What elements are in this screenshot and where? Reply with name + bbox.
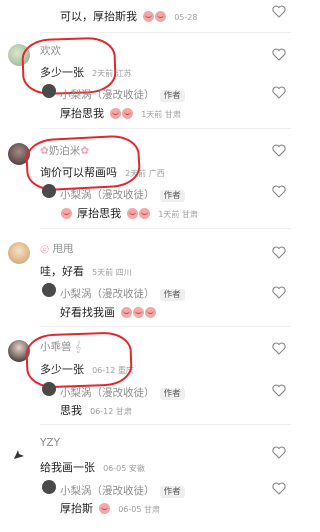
like-button[interactable] [272, 5, 286, 18]
heart-outline-icon [272, 144, 286, 157]
reply-header: 小梨涡（漫改收徒） 作者 [60, 282, 185, 301]
reply-meta: 06-05 甘肃 [118, 505, 160, 514]
comment-body: 哇，好看 5天前 四川 [40, 260, 132, 279]
avatar[interactable] [12, 446, 26, 460]
reply-header: 小梨涡（漫改收徒） 作者 [60, 83, 185, 102]
divider [40, 326, 291, 327]
reply-header: 小梨涡（漫改收徒） 作者 [60, 479, 185, 498]
emoji-icon [61, 208, 72, 219]
reply-name[interactable]: 小梨涡（漫改收徒） [60, 189, 155, 201]
reply-body: 厚抬思我 1天前 甘肃 [60, 202, 198, 221]
heart-outline-icon [272, 384, 286, 397]
reply-name[interactable]: 小梨涡（漫改收徒） [60, 387, 155, 399]
commenter-name[interactable]: YZY [40, 437, 60, 449]
heart-outline-icon [272, 482, 286, 495]
reply-text: 厚抬思我 [60, 107, 104, 120]
reply-name[interactable]: 小梨涡（漫改收徒） [60, 485, 155, 497]
reply-body: 厚抬斯 06-05 甘肃 [60, 497, 160, 516]
author-badge: 作者 [159, 90, 185, 102]
reply-text: 可以，厚抬斯我 05-28 [60, 5, 197, 24]
reply-header: 小梨涡（漫改收徒） 作者 [60, 381, 185, 400]
reply-meta: 1天前 甘肃 [158, 210, 198, 219]
emoji-icon [155, 11, 167, 22]
reply-text: 好看找我画 [60, 306, 115, 319]
reply-content: 可以，厚抬斯我 [60, 10, 137, 23]
like-button[interactable] [272, 482, 286, 495]
reply-name[interactable]: 小梨涡（漫改收徒） [60, 89, 155, 101]
author-badge: 作者 [159, 190, 185, 202]
author-badge: 作者 [159, 289, 185, 301]
like-button[interactable] [272, 144, 286, 157]
reply-body: 厚抬思我 1天前 甘肃 [60, 102, 181, 121]
reply-text: 厚抬斯 [60, 502, 93, 515]
emoji-icon [127, 208, 139, 219]
like-button[interactable] [272, 286, 286, 299]
reply-date: 05-28 [174, 13, 198, 22]
divider [40, 228, 291, 229]
emoji-icon [133, 307, 145, 318]
emoji-icon [145, 307, 157, 318]
comment-text: 给我画一张 [40, 461, 95, 474]
heart-outline-icon [272, 246, 286, 259]
reply-meta: 1天前 甘肃 [141, 110, 181, 119]
comment-text: 哇，好看 [40, 265, 84, 278]
reply-avatar[interactable] [42, 184, 56, 198]
emoji-icon [139, 208, 151, 219]
heart-outline-icon [272, 48, 286, 61]
like-button[interactable] [272, 246, 286, 259]
emoji-icon [121, 307, 133, 318]
reply-avatar[interactable] [42, 283, 56, 297]
commenter-name-text: 甩甩 [52, 243, 74, 255]
avatar[interactable] [8, 242, 30, 264]
reply-body: 好看找我画 [60, 301, 157, 320]
divider [40, 128, 291, 129]
author-badge: 作者 [159, 388, 185, 400]
like-button[interactable] [272, 86, 286, 99]
reply-name[interactable]: 小梨涡（漫改收徒） [60, 288, 155, 300]
divider [40, 424, 291, 425]
reply-body: 思我 06-12 甘肃 [60, 399, 132, 418]
heart-outline-icon [272, 342, 286, 355]
heart-outline-icon [272, 5, 286, 18]
emoji-icon [143, 11, 155, 22]
avatar-icon [14, 450, 24, 459]
reply-meta: 06-12 甘肃 [90, 407, 132, 416]
comment-meta: 5天前 四川 [92, 268, 132, 277]
author-badge: 作者 [159, 486, 185, 498]
emoji-icon [99, 503, 111, 514]
reply-text: 厚抬思我 [77, 207, 122, 220]
emoji-icon [110, 108, 122, 119]
reply-avatar[interactable] [42, 84, 56, 98]
reply-header: 小梨涡（漫改收徒） 作者 [60, 183, 185, 202]
reply-text: 思我 [60, 404, 82, 417]
reply-avatar[interactable] [42, 382, 56, 396]
like-button[interactable] [272, 342, 286, 355]
heart-outline-icon [272, 185, 286, 198]
emoji-icon [122, 108, 134, 119]
commenter-name[interactable]: ◎ 甩甩 [40, 241, 74, 256]
heart-outline-icon [272, 286, 286, 299]
comment-meta: 06-05 安徽 [103, 464, 145, 473]
heart-outline-icon [272, 86, 286, 99]
like-button[interactable] [272, 384, 286, 397]
like-button[interactable] [272, 446, 286, 459]
divider [40, 32, 291, 33]
heart-outline-icon [272, 446, 286, 459]
like-button[interactable] [272, 48, 286, 61]
comment-body: 给我画一张 06-05 安徽 [40, 456, 145, 475]
like-button[interactable] [272, 185, 286, 198]
reply-avatar[interactable] [42, 480, 56, 494]
